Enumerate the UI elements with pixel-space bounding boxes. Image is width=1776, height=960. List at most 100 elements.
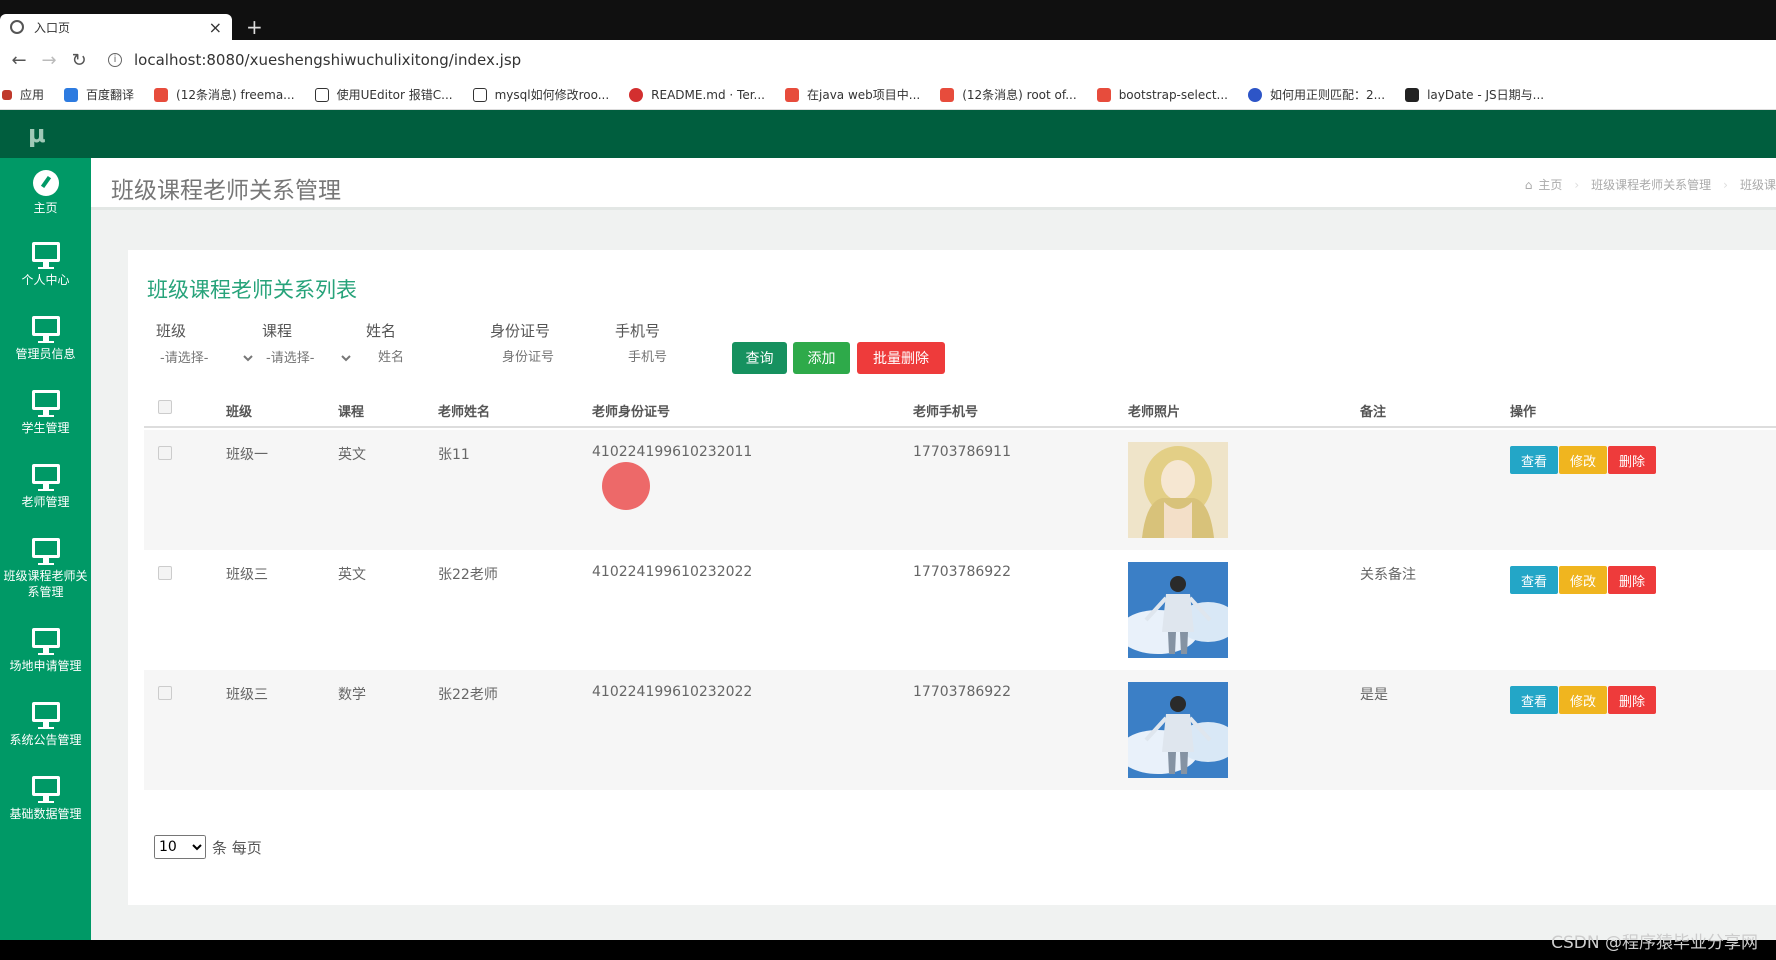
class-select[interactable]: -请选择- (156, 350, 256, 367)
monitor-icon (31, 316, 60, 341)
cell-class: 班级三 (226, 567, 268, 583)
teacher-photo[interactable] (1128, 682, 1228, 778)
filter-id-label: 身份证号 (490, 322, 551, 340)
header-actions: 操作 (1510, 405, 1537, 420)
dashboard-icon (32, 170, 59, 196)
info-icon[interactable]: i (108, 53, 122, 67)
cell-teacher-phone: 17703786922 (913, 564, 1011, 580)
cell-teacher-name: 张11 (438, 447, 470, 463)
bookmark-item[interactable]: mysql如何修改roo... (472, 86, 609, 103)
new-tab-button[interactable]: + (246, 14, 263, 40)
baidu-icon (1247, 87, 1262, 102)
view-button[interactable]: 查看 (1510, 566, 1558, 594)
pager: 10 条 每页 (154, 835, 262, 859)
monitor-icon (31, 538, 60, 563)
url-field[interactable]: i localhost:8080/xueshengshiwuchulixiton… (108, 51, 521, 69)
app-logo[interactable]: μ (28, 120, 46, 148)
search-button[interactable]: 查询 (732, 342, 787, 374)
header-class: 班级 (226, 405, 253, 420)
monitor-icon (31, 464, 60, 489)
bookmark-item[interactable]: 如何用正则匹配：2... (1247, 86, 1385, 103)
cell-teacher-name: 张22老师 (438, 687, 498, 703)
cell-teacher-phone: 17703786911 (913, 444, 1011, 460)
name-input[interactable] (378, 350, 468, 365)
cell-course: 英文 (338, 447, 366, 463)
sidebar-item-teachers[interactable]: 老师管理 (0, 464, 91, 510)
breadcrumb: ⌂ 主页 › 班级课程老师关系管理 › 班级课 (1524, 176, 1776, 193)
tab-title: 入口页 (34, 20, 71, 35)
delete-button[interactable]: 删除 (1608, 566, 1656, 594)
filter-name-label: 姓名 (366, 322, 397, 340)
sidebar-item-venue-requests[interactable]: 场地申请管理 (0, 628, 91, 674)
breadcrumb-extra: 班级课 (1739, 178, 1776, 192)
close-tab-icon[interactable]: × (209, 18, 222, 37)
phone-input[interactable] (628, 350, 718, 365)
filter-class-label: 班级 (156, 322, 187, 340)
view-button[interactable]: 查看 (1510, 446, 1558, 474)
sidebar-item-profile[interactable]: 个人中心 (0, 242, 91, 288)
add-button[interactable]: 添加 (793, 342, 850, 374)
id-number-input[interactable] (502, 350, 602, 365)
cell-teacher-id: 410224199610232022 (592, 684, 753, 700)
bookmark-item[interactable]: 百度翻译 (64, 86, 134, 103)
sidebar: 主页 个人中心 管理员信息 学生管理 老师管理 班级课程老师关系管理 场地申请管… (0, 158, 91, 940)
edit-button[interactable]: 修改 (1559, 446, 1607, 474)
header-teacher-photo: 老师照片 (1128, 405, 1181, 420)
table-header: 班级 课程 老师姓名 老师身份证号 老师手机号 老师照片 备注 操作 (144, 386, 1776, 428)
bookmark-item[interactable]: 应用 (2, 86, 44, 103)
bookmark-item[interactable]: bootstrap-select... (1096, 87, 1228, 102)
back-icon[interactable]: ← (4, 50, 34, 71)
page-size-suffix: 条 每页 (212, 838, 262, 857)
table-row: 班级一 英文 张11 410224199610232011 1770378691… (144, 430, 1776, 550)
bookmark-item[interactable]: 在java web项目中... (785, 86, 920, 103)
sidebar-item-students[interactable]: 学生管理 (0, 390, 91, 436)
monitor-icon (31, 628, 60, 653)
bookmark-item[interactable]: layDate - JS日期与... (1405, 86, 1544, 103)
sidebar-item-base-data[interactable]: 基础数据管理 (0, 776, 91, 822)
edit-button[interactable]: 修改 (1559, 686, 1607, 714)
view-button[interactable]: 查看 (1510, 686, 1558, 714)
sidebar-item-class-course-teacher[interactable]: 班级课程老师关系管理 (0, 538, 91, 600)
row-checkbox[interactable] (158, 686, 172, 700)
browser-tab[interactable]: 入口页 × (0, 14, 232, 40)
watermark: CSDN @程序猿毕业分享网 (1551, 933, 1758, 953)
bookmark-item[interactable]: (12条消息) root of... (940, 86, 1077, 103)
translate-icon (64, 87, 79, 102)
filter-course-label: 课程 (262, 322, 293, 340)
header-remark: 备注 (1360, 405, 1387, 420)
breadcrumb-home[interactable]: 主页 (1538, 176, 1562, 193)
page-size-select[interactable]: 10 (154, 835, 206, 859)
list-card: 班级课程老师关系列表 班级 课程 姓名 身份证号 手机号 -请选择- -请选择-… (128, 250, 1776, 905)
forward-icon[interactable]: → (34, 50, 64, 71)
breadcrumb-current[interactable]: 班级课程老师关系管理 (1591, 176, 1711, 193)
header-teacher-phone: 老师手机号 (913, 405, 979, 420)
delete-button[interactable]: 删除 (1608, 686, 1656, 714)
reload-icon[interactable]: ↻ (64, 50, 94, 71)
edit-button[interactable]: 修改 (1559, 566, 1607, 594)
site-icon (472, 87, 487, 102)
cell-course: 英文 (338, 567, 366, 583)
batch-delete-button[interactable]: 批量删除 (857, 342, 945, 374)
cell-remark: 关系备注 (1360, 567, 1416, 583)
select-all-checkbox[interactable] (158, 400, 172, 414)
header-course: 课程 (338, 405, 365, 420)
bookmark-item[interactable]: 使用UEditor 报错C... (314, 86, 453, 103)
csdn-icon (785, 87, 799, 102)
page-title: 班级课程老师关系管理 (111, 178, 341, 204)
bookmark-item[interactable]: README.md · Ter... (629, 87, 765, 102)
row-checkbox[interactable] (158, 566, 172, 580)
row-checkbox[interactable] (158, 446, 172, 460)
address-bar: ← → ↻ i localhost:8080/xueshengshiwuchul… (0, 40, 1776, 80)
filter-phone-label: 手机号 (615, 322, 661, 340)
teacher-photo[interactable] (1128, 562, 1228, 658)
bookmark-item[interactable]: (12条消息) freema... (154, 86, 295, 103)
sidebar-item-announcements[interactable]: 系统公告管理 (0, 702, 91, 748)
sidebar-item-home[interactable]: 主页 (0, 170, 91, 216)
sidebar-item-admins[interactable]: 管理员信息 (0, 316, 91, 362)
cell-teacher-id: 410224199610232011 (592, 444, 753, 460)
table-row: 班级三 英文 张22老师 410224199610232022 17703786… (144, 550, 1776, 670)
teacher-photo[interactable] (1128, 442, 1228, 538)
course-select[interactable]: -请选择- (262, 350, 354, 367)
cell-course: 数学 (338, 687, 366, 703)
delete-button[interactable]: 删除 (1608, 446, 1656, 474)
